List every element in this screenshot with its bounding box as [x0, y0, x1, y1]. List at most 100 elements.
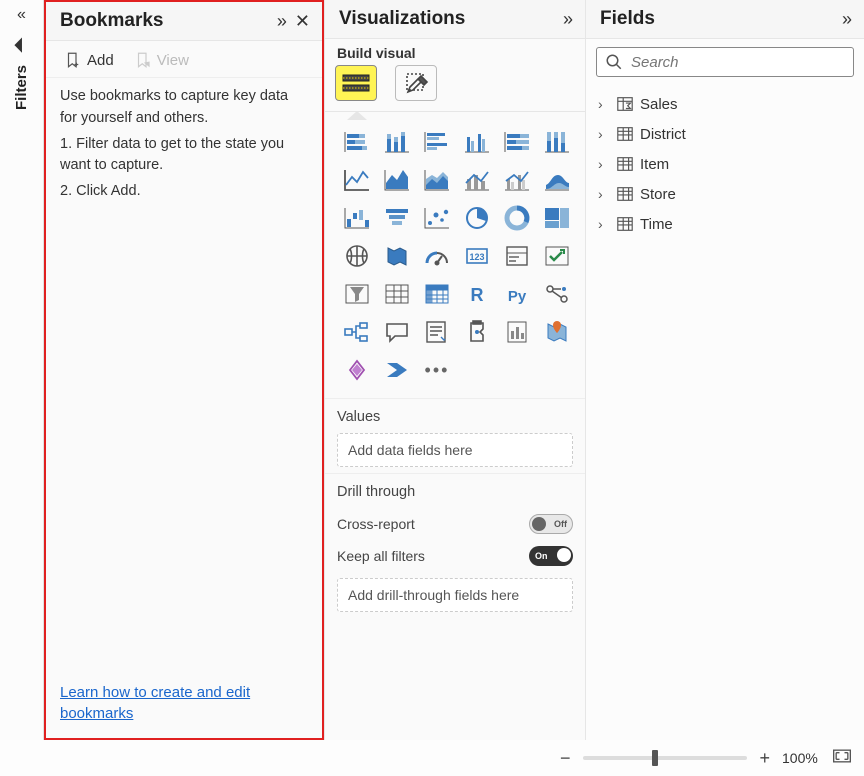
kpi-icon[interactable] — [539, 240, 575, 272]
line-chart-icon[interactable] — [339, 164, 375, 196]
more-visuals-icon[interactable]: ••• — [419, 354, 455, 386]
zoom-out-button[interactable]: − — [556, 748, 575, 769]
table-icon — [616, 185, 634, 203]
table-sales[interactable]: › Sales — [596, 89, 854, 119]
python-visual-icon[interactable]: Py — [499, 278, 535, 310]
chevron-right-icon: › — [598, 216, 610, 232]
funnel-icon[interactable] — [379, 202, 415, 234]
qa-visual-icon[interactable] — [379, 316, 415, 348]
table-item[interactable]: › Item — [596, 149, 854, 179]
azure-map-icon[interactable] — [539, 316, 575, 348]
table-label: Item — [640, 156, 669, 173]
filters-funnel-icon[interactable]: ◤ — [12, 35, 32, 55]
fields-search-input[interactable] — [631, 54, 845, 71]
goals-icon[interactable] — [459, 316, 495, 348]
key-influencers-icon[interactable] — [539, 278, 575, 310]
learn-link[interactable]: Learn how to create and edit bookmarks — [60, 684, 250, 722]
stacked-column-icon[interactable] — [379, 126, 415, 158]
fields-pane: Fields » › Sales › District › Item › Store ›… — [586, 0, 864, 740]
stacked-bar-icon[interactable] — [339, 126, 375, 158]
matrix-icon[interactable] — [419, 278, 455, 310]
build-tab-button[interactable] — [335, 65, 377, 101]
bookmark-add-icon — [64, 51, 82, 69]
stacked-area-icon[interactable] — [419, 164, 455, 196]
ribbon-chart-icon[interactable] — [539, 164, 575, 196]
scatter-icon[interactable] — [419, 202, 455, 234]
fit-to-page-button[interactable] — [832, 748, 852, 769]
add-bookmark-button[interactable]: Add — [60, 49, 118, 71]
keep-filters-label: Keep all filters — [337, 548, 425, 564]
zoom-slider[interactable] — [583, 756, 748, 760]
search-icon — [605, 53, 623, 71]
table-label: District — [640, 126, 686, 143]
visualizations-pane: Visualizations » Build visual — [324, 0, 586, 740]
zoom-footer: − + 100% — [544, 740, 864, 776]
table-district[interactable]: › District — [596, 119, 854, 149]
visualizations-title: Visualizations — [339, 8, 465, 30]
power-automate-icon[interactable] — [379, 354, 415, 386]
table-label: Store — [640, 186, 676, 203]
chevron-right-icon: › — [598, 186, 610, 202]
hundred-bar-icon[interactable] — [499, 126, 535, 158]
fields-search-box[interactable] — [596, 47, 854, 77]
line-stacked-column-icon[interactable] — [459, 164, 495, 196]
bookmark-view-icon — [134, 51, 152, 69]
decomposition-tree-icon[interactable] — [339, 316, 375, 348]
table-time[interactable]: › Time — [596, 209, 854, 239]
power-apps-icon[interactable] — [339, 354, 375, 386]
line-clustered-column-icon[interactable] — [499, 164, 535, 196]
table-icon — [616, 125, 634, 143]
values-drop-area[interactable]: Add data fields here — [337, 433, 573, 467]
gauge-icon[interactable] — [419, 240, 455, 272]
pie-icon[interactable] — [459, 202, 495, 234]
clustered-bar-icon[interactable] — [419, 126, 455, 158]
zoom-in-button[interactable]: + — [755, 748, 774, 769]
chevron-right-icon: › — [598, 156, 610, 172]
viz-collapse-icon[interactable]: » — [561, 9, 575, 30]
multi-row-card-icon[interactable] — [499, 240, 535, 272]
chevron-right-icon: › — [598, 126, 610, 142]
format-tab-button[interactable] — [395, 65, 437, 101]
filters-label: Filters — [13, 65, 30, 110]
bookmarks-pane: Bookmarks » ✕ Add View Use bookmarks to … — [44, 0, 324, 740]
chevron-right-icon: › — [598, 96, 610, 112]
fields-collapse-icon[interactable]: » — [840, 9, 854, 30]
filled-map-icon[interactable] — [379, 240, 415, 272]
table-label: Time — [640, 216, 673, 233]
cross-report-label: Cross-report — [337, 516, 415, 532]
donut-icon[interactable] — [499, 202, 535, 234]
add-label: Add — [87, 52, 114, 69]
table-icon[interactable] — [379, 278, 415, 310]
view-bookmark-button: View — [130, 49, 193, 71]
sigma-table-icon — [616, 95, 634, 113]
table-store[interactable]: › Store — [596, 179, 854, 209]
svg-text:Py: Py — [508, 288, 527, 305]
clustered-column-icon[interactable] — [459, 126, 495, 158]
drill-drop-area[interactable]: Add drill-through fields here — [337, 578, 573, 612]
keep-filters-state: On — [535, 551, 548, 561]
area-chart-icon[interactable] — [379, 164, 415, 196]
table-label: Sales — [640, 96, 678, 113]
bookmarks-title: Bookmarks — [60, 10, 164, 32]
map-icon[interactable] — [339, 240, 375, 272]
cross-report-toggle[interactable]: Off — [529, 514, 573, 534]
slicer-icon[interactable] — [339, 278, 375, 310]
r-visual-icon[interactable]: R — [459, 278, 495, 310]
tables-list: › Sales › District › Item › Store › Time — [586, 85, 864, 243]
paginated-report-icon[interactable] — [499, 316, 535, 348]
keep-filters-toggle[interactable]: On — [529, 546, 573, 566]
waterfall-icon[interactable] — [339, 202, 375, 234]
smart-narrative-icon[interactable] — [419, 316, 455, 348]
treemap-icon[interactable] — [539, 202, 575, 234]
filters-expand-icon[interactable]: « — [17, 6, 26, 24]
hundred-column-icon[interactable] — [539, 126, 575, 158]
svg-text:R: R — [471, 285, 484, 305]
fields-title: Fields — [600, 8, 655, 30]
table-icon — [616, 155, 634, 173]
bookmarks-step2: 2. Click Add. — [60, 181, 308, 203]
close-icon[interactable]: ✕ — [293, 11, 312, 32]
view-label: View — [157, 52, 189, 69]
zoom-level: 100% — [782, 750, 824, 766]
collapse-icon[interactable]: » — [275, 11, 289, 32]
card-icon[interactable]: 123 — [459, 240, 495, 272]
